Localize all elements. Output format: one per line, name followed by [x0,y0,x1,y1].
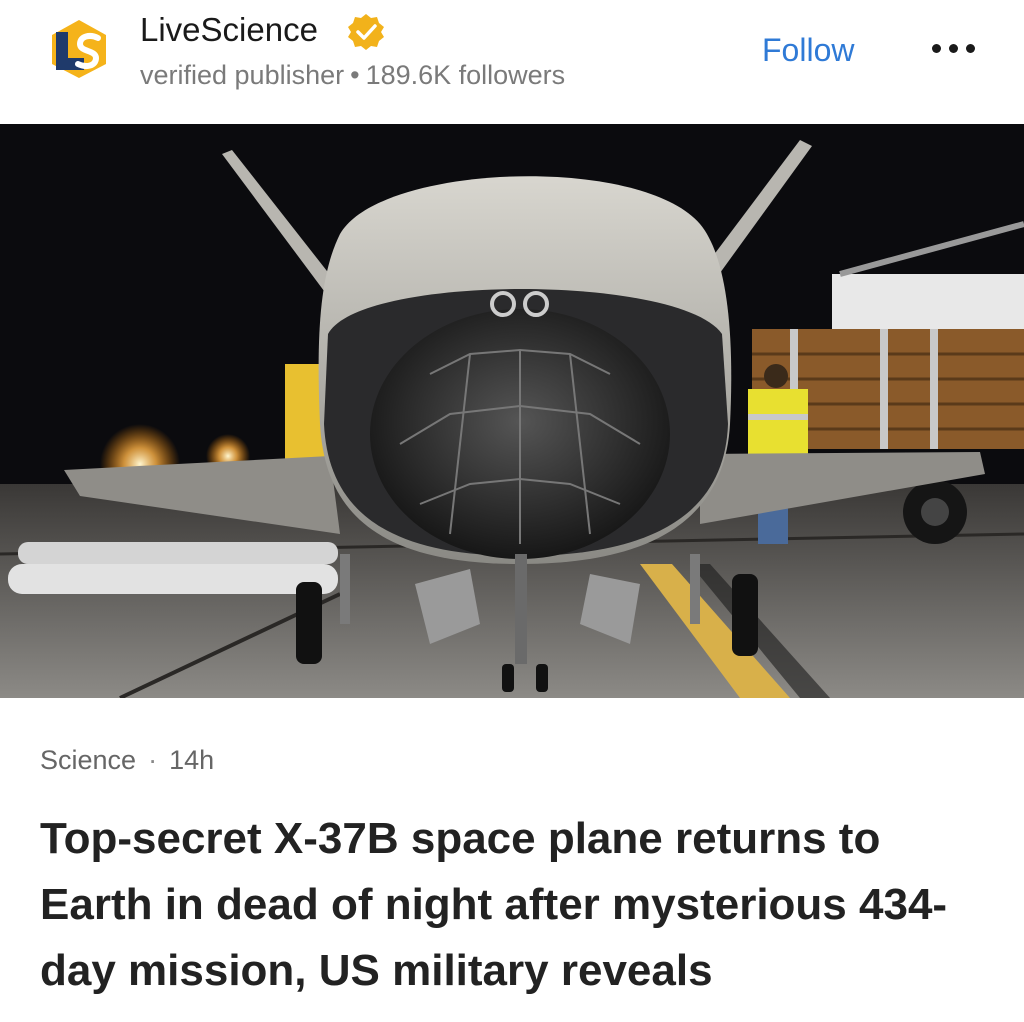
publisher-subtitle: verified publisher [140,60,345,90]
meta-separator: · [148,745,158,775]
more-dot [932,44,941,53]
more-dot [966,44,975,53]
livescience-logo[interactable] [48,18,110,80]
publisher-name[interactable]: LiveScience [140,10,318,50]
meta-separator: • [350,60,360,90]
article-meta: Science · 14h [40,744,214,776]
more-horizontal-icon[interactable] [930,34,978,62]
follower-count: 189.6K followers [365,60,566,90]
verified-badge-icon [348,14,384,50]
article-headline[interactable]: Top-secret X-37B space plane returns to … [40,806,1000,1004]
article-age: 14h [169,745,215,775]
more-dot [949,44,958,53]
post-header: LiveScience verified publisher • 189.6K fo… [0,0,1024,124]
publisher-meta: verified publisher • 189.6K followers [140,58,565,92]
follow-button[interactable]: Follow [762,30,854,70]
space-plane-photo [0,124,1024,698]
article-category[interactable]: Science [40,745,136,775]
article-hero-image[interactable] [0,124,1024,698]
